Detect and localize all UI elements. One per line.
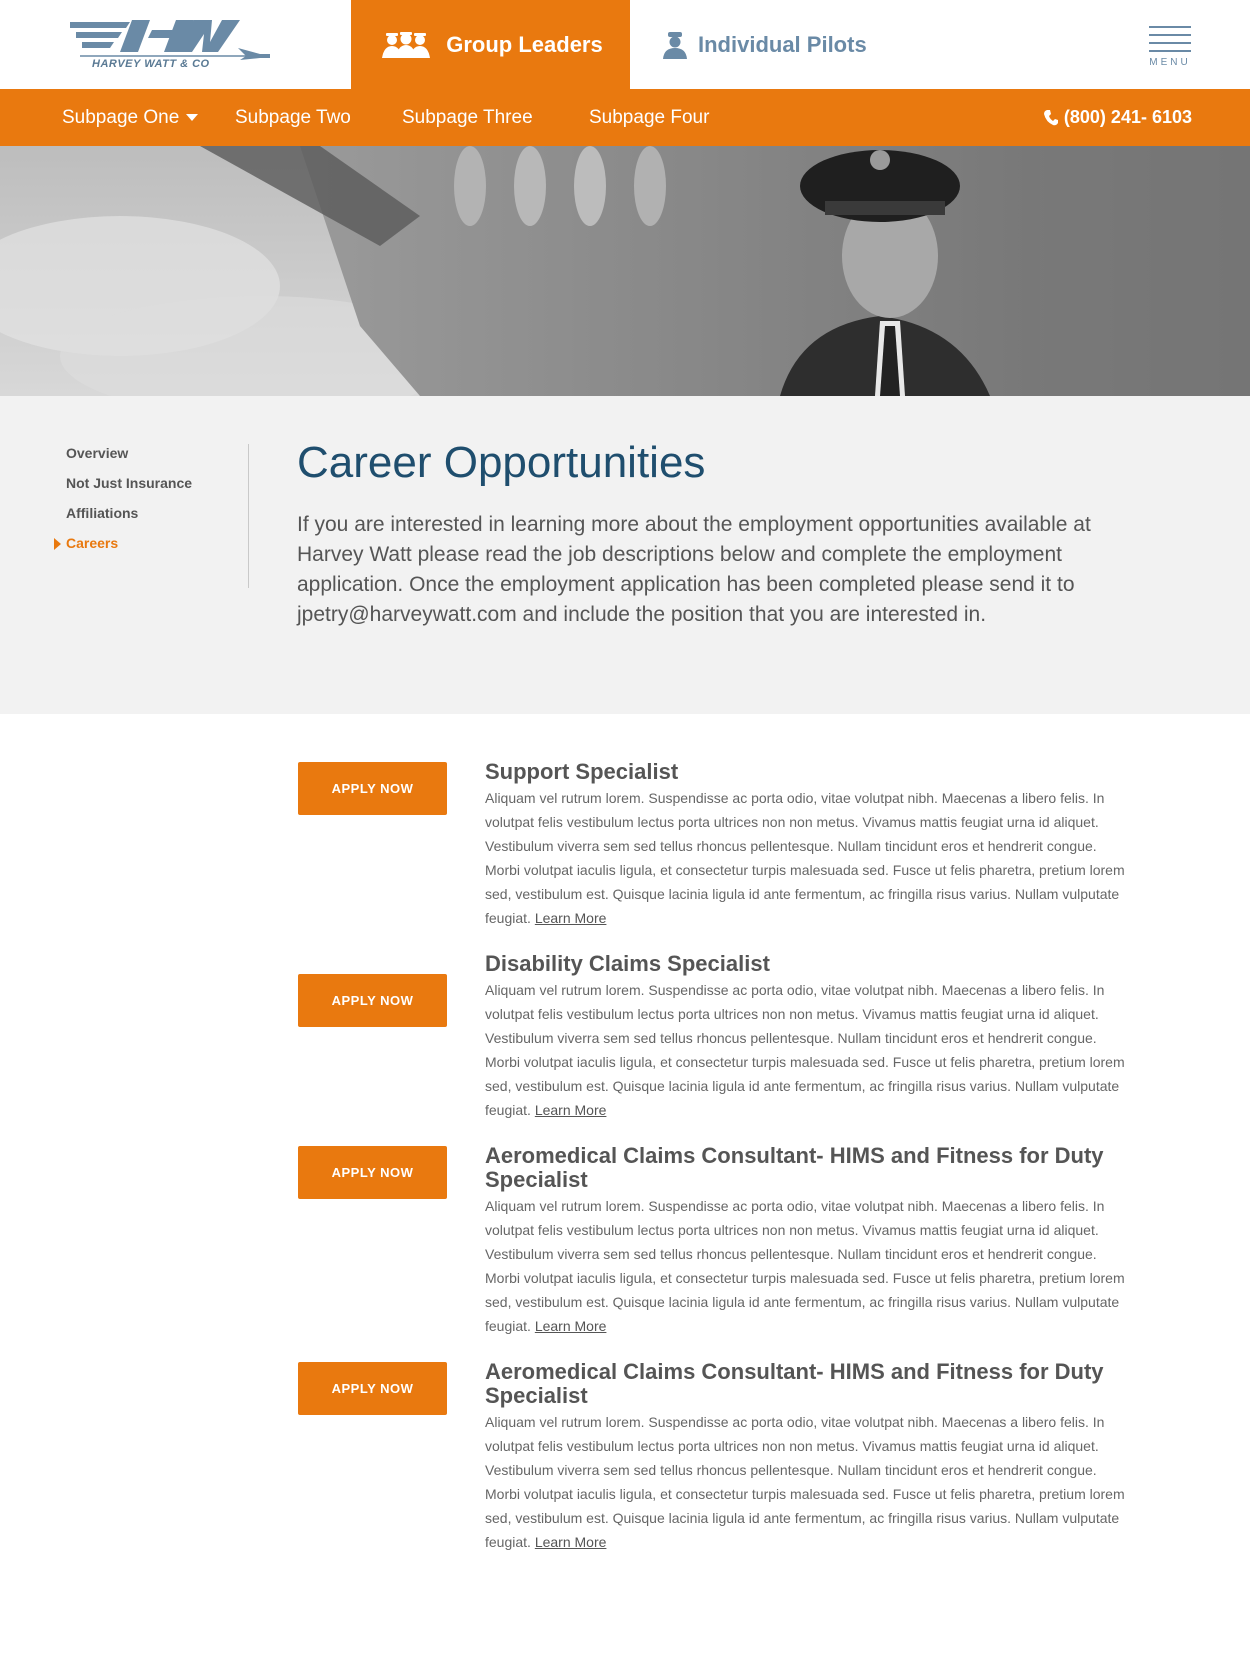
phone-number: (800) 241- 6103 [1063, 107, 1192, 127]
job-description: Aliquam vel rutrum lorem. Suspendisse ac… [485, 1194, 1125, 1338]
apply-now-button[interactable]: APPLY NOW [298, 762, 447, 815]
top-bar: HARVEY WATT & CO Group Leaders Individua… [0, 0, 1250, 89]
intro-text: If you are interested in learning more a… [297, 513, 1091, 626]
harvey-watt-logo[interactable]: HARVEY WATT & CO [70, 18, 280, 76]
tab-group-leaders[interactable]: Group Leaders [351, 0, 630, 89]
learn-more-link[interactable]: Learn More [535, 1102, 607, 1118]
learn-more-link[interactable]: Learn More [535, 1534, 607, 1550]
learn-more-link[interactable]: Learn More [535, 910, 607, 926]
nav-item-subpage-two[interactable]: Subpage Two [235, 89, 351, 146]
sidebar-item-not-just-insurance[interactable]: Not Just Insurance [54, 474, 248, 504]
nav-item-label: Subpage One [62, 107, 180, 128]
pilot-photo [0, 146, 1250, 396]
learn-more-link[interactable]: Learn More [535, 1318, 607, 1334]
nav-item-subpage-one[interactable]: Subpage One [62, 89, 199, 146]
hero-image [0, 146, 1250, 396]
tab-individual-pilots[interactable]: Individual Pilots [630, 0, 910, 89]
intro-section: Overview Not Just Insurance Affiliations… [0, 396, 1250, 714]
group-leaders-icon [382, 31, 431, 58]
job-title: Aeromedical Claims Consultant- HIMS and … [485, 1359, 1104, 1408]
job-description-text: Aliquam vel rutrum lorem. Suspendisse ac… [485, 982, 1125, 1118]
job-description-text: Aliquam vel rutrum lorem. Suspendisse ac… [485, 1414, 1125, 1550]
pilot-icon [663, 31, 687, 59]
logo-text: HARVEY WATT & CO [92, 58, 210, 70]
sidebar-item-careers[interactable]: Careers [54, 534, 248, 564]
apply-now-button[interactable]: APPLY NOW [298, 1146, 447, 1199]
job-title: Disability Claims Specialist [485, 951, 770, 976]
job-title: Support Specialist [485, 759, 679, 784]
job-description: Aliquam vel rutrum lorem. Suspendisse ac… [485, 978, 1125, 1122]
hamburger-menu-icon [1140, 26, 1200, 52]
apply-now-button[interactable]: APPLY NOW [298, 974, 447, 1027]
sidebar-item-affiliations[interactable]: Affiliations [54, 504, 248, 534]
nav-item-subpage-four[interactable]: Subpage Four [589, 89, 709, 146]
job-description: Aliquam vel rutrum lorem. Suspendisse ac… [485, 786, 1125, 930]
menu-label: MENU [1149, 57, 1191, 68]
phone-link[interactable]: (800) 241- 6103 [1043, 89, 1192, 146]
tab-individual-pilots-label: Individual Pilots [698, 31, 867, 57]
job-description: Aliquam vel rutrum lorem. Suspendisse ac… [485, 1410, 1125, 1554]
job-title: Aeromedical Claims Consultant- HIMS and … [485, 1143, 1104, 1192]
phone-icon [1043, 109, 1058, 125]
sidebar-item-overview[interactable]: Overview [54, 444, 248, 474]
subpage-nav: Subpage One Subpage Two Subpage Three Su… [0, 89, 1250, 146]
sidebar-nav: Overview Not Just Insurance Affiliations… [54, 444, 249, 588]
tab-group-leaders-label: Group Leaders [446, 31, 603, 57]
job-description-text: Aliquam vel rutrum lorem. Suspendisse ac… [485, 1198, 1125, 1334]
page-title: Career Opportunities [297, 438, 706, 487]
nav-item-subpage-three[interactable]: Subpage Three [402, 89, 533, 146]
chevron-down-icon [186, 114, 199, 122]
job-description-text: Aliquam vel rutrum lorem. Suspendisse ac… [485, 790, 1125, 926]
apply-now-button[interactable]: APPLY NOW [298, 1362, 447, 1415]
menu-button[interactable]: MENU [1140, 24, 1200, 70]
